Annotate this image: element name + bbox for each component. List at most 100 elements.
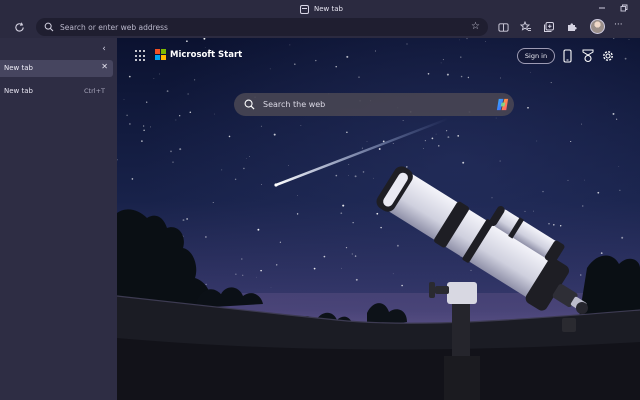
title-bar: New tab (0, 0, 640, 16)
star (491, 197, 493, 199)
sign-in-button[interactable]: Sign in (517, 48, 555, 64)
collapse-icon[interactable]: ‹ (98, 43, 110, 55)
star (548, 223, 550, 225)
star (485, 41, 486, 43)
star (141, 140, 143, 142)
close-icon[interactable]: ✕ (101, 62, 108, 71)
star (228, 135, 231, 138)
star (597, 191, 600, 194)
star (499, 77, 501, 79)
new-tab-shortcut: Ctrl+T (84, 87, 105, 95)
star (243, 167, 245, 170)
star (186, 218, 188, 220)
star (172, 161, 174, 163)
star (315, 59, 317, 62)
star (260, 269, 262, 272)
star (143, 125, 145, 127)
star (358, 76, 360, 78)
sidebar-tab-new-tab[interactable]: New tab ✕ (0, 60, 113, 77)
star (123, 98, 125, 100)
minimize-icon[interactable] (596, 2, 608, 14)
star (323, 255, 326, 258)
star (275, 264, 278, 266)
star (269, 68, 271, 70)
star (440, 62, 442, 64)
star (446, 73, 449, 76)
star (296, 213, 299, 215)
star (289, 44, 291, 46)
star (581, 123, 583, 125)
star (242, 274, 244, 276)
star (470, 269, 472, 271)
extensions-icon[interactable] (566, 21, 578, 33)
star (150, 126, 151, 128)
star (246, 158, 247, 159)
star (524, 210, 526, 212)
collections-icon[interactable] (543, 21, 555, 33)
star (354, 175, 357, 178)
copilot-icon[interactable] (495, 97, 510, 112)
star (205, 236, 207, 238)
star (462, 161, 465, 164)
star (582, 205, 584, 207)
restore-icon[interactable] (618, 2, 630, 14)
more-icon[interactable]: ··· (614, 20, 623, 30)
address-input[interactable] (60, 22, 440, 32)
star (362, 171, 365, 173)
star (270, 287, 272, 288)
search-icon (44, 22, 54, 32)
star (392, 273, 394, 275)
star (621, 236, 624, 239)
star (431, 137, 434, 140)
star (341, 267, 342, 269)
tab-icon (300, 4, 309, 14)
star (380, 226, 382, 229)
star (355, 278, 358, 281)
star (567, 179, 569, 181)
star (460, 75, 463, 78)
refresh-icon[interactable] (12, 20, 26, 34)
new-tab-label: New tab (4, 87, 33, 95)
star (313, 267, 316, 270)
star (600, 252, 603, 254)
star (406, 43, 408, 45)
star (618, 166, 620, 167)
star (580, 274, 582, 276)
settings-icon[interactable] (601, 48, 615, 64)
star (405, 166, 408, 168)
favorite-star-icon[interactable]: ☆ (471, 21, 480, 33)
star (570, 140, 572, 143)
address-bar[interactable]: ☆ (36, 18, 488, 36)
star (624, 57, 627, 60)
star (396, 244, 399, 247)
star (260, 125, 262, 127)
star (166, 90, 169, 92)
star (234, 178, 237, 181)
star (446, 130, 448, 132)
star (427, 73, 430, 75)
star (495, 117, 497, 119)
brand[interactable]: Microsoft Start (155, 49, 242, 60)
star (447, 136, 450, 139)
star (256, 276, 257, 278)
new-tab-button[interactable]: New tab Ctrl+T (0, 84, 113, 98)
apps-grid-icon[interactable] (135, 50, 147, 62)
star (376, 212, 379, 215)
split-screen-icon[interactable] (497, 21, 509, 33)
star (527, 107, 529, 109)
rewards-icon[interactable] (581, 48, 595, 64)
web-search-box[interactable] (234, 93, 514, 116)
favorites-icon[interactable] (520, 21, 532, 33)
star (457, 135, 460, 137)
star (559, 225, 562, 227)
star (335, 65, 337, 68)
star (342, 204, 345, 207)
star (613, 38, 615, 39)
star (175, 119, 177, 121)
star (499, 160, 501, 162)
star (128, 75, 131, 78)
profile-avatar[interactable] (590, 19, 605, 34)
web-search-input[interactable] (263, 100, 483, 109)
star (346, 131, 348, 133)
phone-icon[interactable] (560, 48, 574, 64)
